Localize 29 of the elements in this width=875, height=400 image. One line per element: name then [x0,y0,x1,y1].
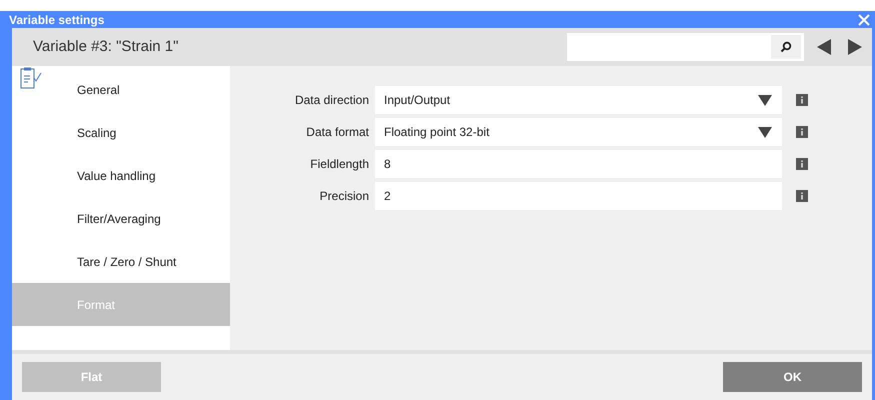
info-icon[interactable] [796,158,808,170]
sidebar-item[interactable]: Scaling [12,111,230,154]
input-field[interactable]: 8 [375,150,782,178]
dropdown-field[interactable]: Input/Output [375,86,782,114]
field-label: Precision [318,188,370,205]
sidebar-item[interactable]: Filter/Averaging [12,197,230,240]
window-title: Variable settings [9,12,104,28]
close-icon[interactable] [858,14,870,26]
field-label: Fieldlength [309,156,370,173]
dropdown-arrow-icon [758,94,772,106]
search-field[interactable] [567,33,804,61]
info-icon[interactable] [796,190,808,202]
dropdown-arrow-icon [758,126,772,138]
info-icon[interactable] [796,94,808,106]
info-icon[interactable] [796,126,808,138]
sidebar-item[interactable]: Value handling [12,154,230,197]
input-field[interactable]: 2 [375,182,782,210]
sidebar-item[interactable]: General [12,68,230,111]
ok-button[interactable]: OK [723,362,862,392]
sidebar-item[interactable]: Tare / Zero / Shunt [12,240,230,283]
search-button[interactable] [771,35,801,59]
previous-icon[interactable] [817,39,831,55]
dropdown-field[interactable]: Floating point 32-bit [375,118,782,146]
search-icon [780,41,792,53]
field-label: Data format [305,124,370,141]
field-label: Data direction [294,92,370,109]
next-icon[interactable] [848,39,862,55]
clipboard-check-icon [20,66,42,90]
variable-title: Variable #3: "Strain 1" [33,36,180,57]
